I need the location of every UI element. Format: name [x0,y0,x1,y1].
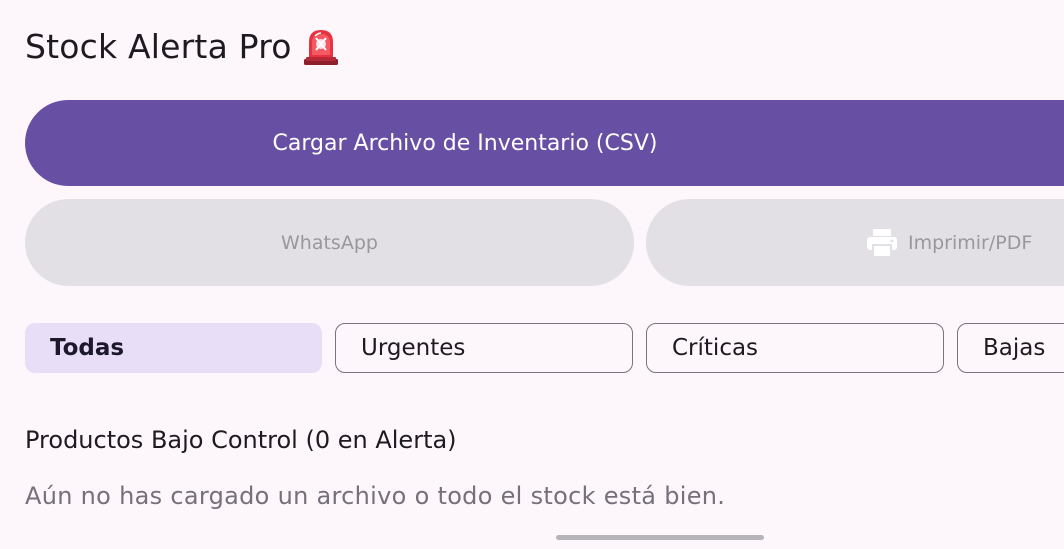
filter-chip-todas[interactable]: Todas [25,323,322,373]
filter-chip-urgentes[interactable]: Urgentes [335,323,633,373]
filter-chip-criticas[interactable]: Críticas [646,323,944,373]
printer-icon [866,228,898,258]
gesture-home-indicator[interactable] [556,535,764,540]
filter-chip-label: Urgentes [361,335,466,361]
app-title: Stock Alerta Pro [25,26,292,66]
empty-state-message: Aún no has cargado un archivo o todo el … [25,482,726,510]
filter-chip-bajas[interactable]: Bajas [957,323,1064,373]
filter-chip-label: Bajas [983,335,1046,361]
app-screen: Stock Alerta Pro Cargar Archivo de Inven… [0,0,1064,549]
whatsapp-button[interactable]: WhatsApp [25,199,634,286]
app-header: Stock Alerta Pro [25,26,340,66]
upload-csv-button[interactable]: Cargar Archivo de Inventario (CSV) [25,100,1064,186]
whatsapp-label: WhatsApp [281,231,378,254]
print-pdf-label: Imprimir/PDF [908,231,1033,254]
print-pdf-button[interactable]: Imprimir/PDF [646,199,1064,286]
police-siren-icon [302,26,340,66]
upload-csv-label: Cargar Archivo de Inventario (CSV) [272,130,658,156]
filter-chip-label: Críticas [672,335,759,361]
filter-chip-label: Todas [50,335,125,361]
products-heading: Productos Bajo Control (0 en Alerta) [25,426,457,454]
